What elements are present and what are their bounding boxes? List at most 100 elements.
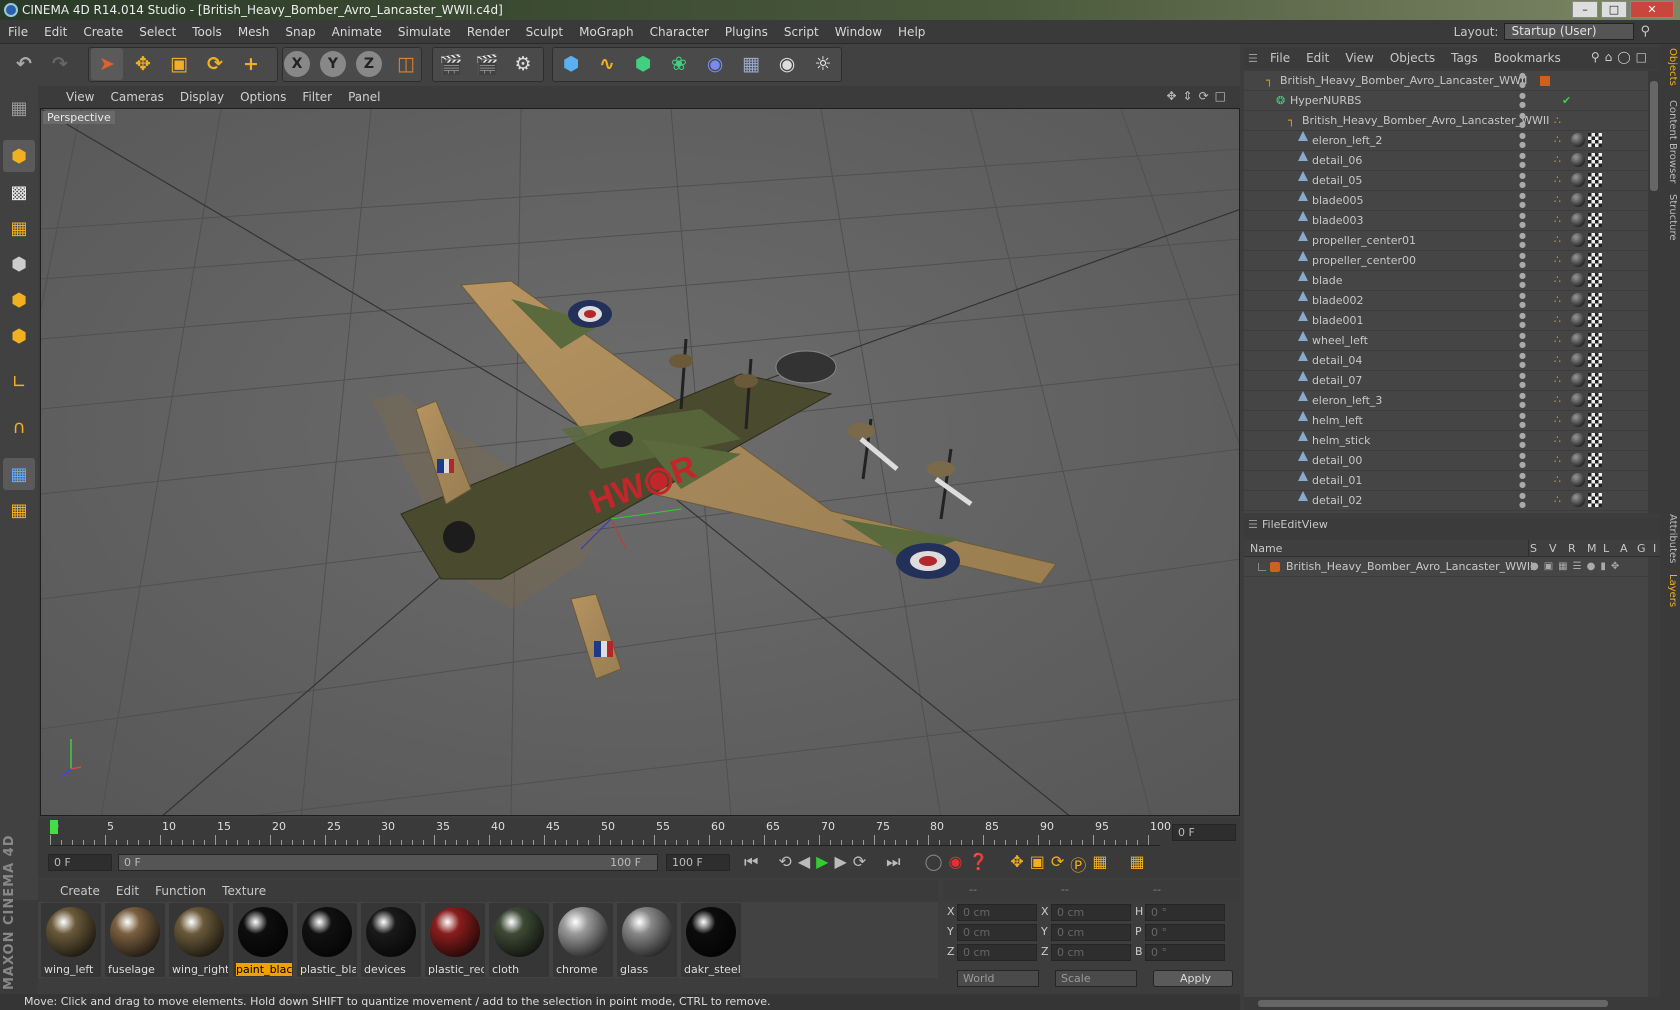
texture-tag-icon[interactable]: [1588, 213, 1602, 227]
key-scale-icon[interactable]: ▣: [1030, 852, 1045, 876]
material-swatch[interactable]: paint_black: [233, 903, 293, 977]
layer-panel-grip-icon[interactable]: ☰: [1248, 518, 1262, 531]
object-row[interactable]: helm_stick ● ● ∴: [1244, 431, 1648, 451]
render-view-icon[interactable]: 🎬: [435, 48, 467, 80]
lock-workplane-icon[interactable]: ▦: [3, 494, 35, 526]
phong-tag-icon[interactable]: ∴: [1554, 313, 1568, 327]
object-menu-objects[interactable]: Objects: [1382, 47, 1443, 69]
layer-menu-edit[interactable]: Edit: [1280, 518, 1301, 531]
go-to-start-icon[interactable]: ⏮: [744, 852, 758, 876]
previous-frame-icon[interactable]: ◀: [798, 852, 810, 876]
object-row[interactable]: eleron_left_3 ● ● ∴: [1244, 391, 1648, 411]
menu-help[interactable]: Help: [890, 20, 933, 44]
phong-tag-icon[interactable]: ∴: [1554, 433, 1568, 447]
material-name[interactable]: glass: [620, 963, 676, 976]
floor-icon[interactable]: ▦: [735, 48, 767, 80]
menu-plugins[interactable]: Plugins: [717, 20, 776, 44]
object-row[interactable]: blade003 ● ● ∴: [1244, 211, 1648, 231]
object-name[interactable]: detail_02: [1312, 491, 1362, 511]
layer-col-name[interactable]: Name: [1250, 540, 1282, 557]
phong-tag-icon[interactable]: ∴: [1554, 233, 1568, 247]
viewport-camera-label[interactable]: Perspective: [43, 111, 115, 124]
side-tab[interactable]: Layers: [1662, 574, 1678, 607]
x-axis-icon[interactable]: X: [284, 51, 310, 77]
maximize-button[interactable]: □: [1601, 1, 1627, 18]
layer-color-tag[interactable]: [1540, 76, 1550, 86]
layer-col-v[interactable]: V: [1549, 540, 1557, 557]
material-tag-icon[interactable]: [1571, 333, 1585, 347]
coord-value-field[interactable]: 0 cm: [1051, 924, 1131, 941]
object-name[interactable]: detail_06: [1312, 151, 1362, 171]
viewport-menu-view[interactable]: View: [58, 86, 102, 108]
z-axis-icon[interactable]: Z: [356, 51, 382, 77]
layer-col-l[interactable]: L: [1603, 540, 1609, 557]
layer-col-a[interactable]: A: [1620, 540, 1628, 557]
enabled-check-icon[interactable]: ✔: [1562, 91, 1571, 111]
model-mode-icon[interactable]: ▦: [3, 92, 35, 124]
object-row[interactable]: detail_06 ● ● ∴: [1244, 151, 1648, 171]
object-row[interactable]: detail_02 ● ● ∴: [1244, 491, 1648, 511]
material-name[interactable]: wing_right: [172, 963, 228, 976]
object-name[interactable]: British_Heavy_Bomber_Avro_Lancaster_WWII: [1280, 71, 1527, 91]
object-name[interactable]: blade003: [1312, 211, 1364, 231]
phong-tag-icon[interactable]: ∴: [1554, 111, 1561, 131]
material-name[interactable]: plastic_black: [300, 963, 356, 976]
magnet-icon[interactable]: ∩: [3, 411, 35, 443]
visibility-dots-icon[interactable]: ● ●: [1519, 271, 1526, 289]
axis-mode-icon[interactable]: ∟: [3, 366, 35, 398]
layer-flag-icons[interactable]: ●▣▦☰●▮✥: [1530, 557, 1624, 577]
texture-tag-icon[interactable]: [1588, 313, 1602, 327]
layer-menu-view[interactable]: View: [1302, 518, 1328, 531]
texture-tag-icon[interactable]: [1588, 233, 1602, 247]
object-row[interactable]: blade001 ● ● ∴: [1244, 311, 1648, 331]
object-name[interactable]: blade: [1312, 271, 1343, 291]
nurbs-icon[interactable]: ⬢: [627, 48, 659, 80]
material-tag-icon[interactable]: [1571, 473, 1585, 487]
material-menu-create[interactable]: Create: [52, 880, 108, 902]
layer-menu-file[interactable]: File: [1262, 518, 1280, 531]
coordinate-system-icon[interactable]: ◫: [390, 48, 422, 80]
side-tab[interactable]: Structure: [1662, 194, 1678, 241]
material-tag-icon[interactable]: [1571, 273, 1585, 287]
material-tag-icon[interactable]: [1571, 493, 1585, 507]
panel-grip-icon[interactable]: ☰: [1248, 52, 1262, 65]
menu-character[interactable]: Character: [642, 20, 717, 44]
texture-tag-icon[interactable]: [1588, 193, 1602, 207]
3d-viewport[interactable]: HW◉R Perspective: [40, 108, 1240, 816]
autokey-icon[interactable]: ◉: [948, 852, 962, 876]
visibility-dots-icon[interactable]: ● ●: [1519, 231, 1526, 249]
object-row[interactable]: helm_left ● ● ∴: [1244, 411, 1648, 431]
object-name[interactable]: detail_04: [1312, 351, 1362, 371]
object-row[interactable]: propeller_center00 ● ● ∴: [1244, 251, 1648, 271]
phong-tag-icon[interactable]: ∴: [1554, 273, 1568, 287]
visibility-dots-icon[interactable]: ● ●: [1519, 91, 1526, 109]
size-mode-dropdown[interactable]: Scale: [1055, 970, 1137, 987]
key-position-icon[interactable]: ✥: [1010, 852, 1023, 876]
visibility-dots-icon[interactable]: ● ●: [1519, 491, 1526, 509]
coordinate-mode-dropdown[interactable]: World: [957, 970, 1039, 987]
menu-animate[interactable]: Animate: [324, 20, 390, 44]
texture-tag-icon[interactable]: [1588, 133, 1602, 147]
coord-value-field[interactable]: 0 cm: [957, 904, 1037, 921]
spline-icon[interactable]: ∿: [591, 48, 623, 80]
object-row-hypernurbs[interactable]: ❂ HyperNURBS ● ● ✔: [1244, 91, 1648, 111]
playhead[interactable]: [50, 820, 58, 834]
menu-render[interactable]: Render: [459, 20, 518, 44]
visibility-dots-icon[interactable]: ● ●: [1519, 251, 1526, 269]
material-name[interactable]: paint_black: [236, 963, 292, 976]
side-tab[interactable]: Objects: [1662, 48, 1678, 86]
side-tab[interactable]: Content Browser: [1662, 100, 1678, 183]
viewport-menu-panel[interactable]: Panel: [340, 86, 388, 108]
material-menu-texture[interactable]: Texture: [214, 880, 274, 902]
select-icon[interactable]: ➤: [91, 48, 123, 80]
material-tag-icon[interactable]: [1571, 373, 1585, 387]
material-swatch[interactable]: plastic_black: [297, 903, 357, 977]
visibility-dots-icon[interactable]: ● ●: [1519, 211, 1526, 229]
material-tag-icon[interactable]: [1571, 353, 1585, 367]
visibility-dots-icon[interactable]: ● ●: [1519, 331, 1526, 349]
material-name[interactable]: plastic_red: [428, 963, 484, 976]
material-tag-icon[interactable]: [1571, 413, 1585, 427]
material-name[interactable]: fuselage: [108, 963, 164, 976]
material-tag-icon[interactable]: [1571, 453, 1585, 467]
texture-tag-icon[interactable]: [1588, 393, 1602, 407]
